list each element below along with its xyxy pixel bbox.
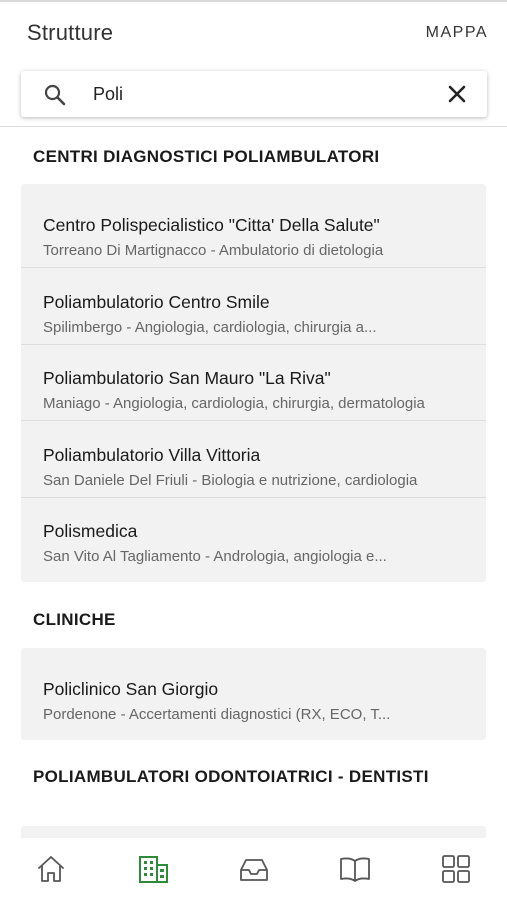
item-description: San Daniele Del Friuli - Biologia e nutr… [43,472,418,489]
book-icon[interactable] [338,852,372,886]
search-input[interactable]: Poli [93,84,123,105]
list-item[interactable]: Poliambulatorio Villa Vittoria San Danie… [21,422,486,498]
map-button[interactable]: MAPPA [426,24,488,42]
inbox-icon[interactable] [237,852,271,886]
divider [21,267,486,268]
results-card: Policlinico San Giorgio Pordenone - Acce… [21,648,486,740]
item-description: San Vito Al Tagliamento - Andrologia, an… [43,548,387,565]
grid-icon[interactable] [439,852,473,886]
close-icon[interactable] [447,84,467,104]
app-header: Strutture MAPPA [0,2,507,60]
section-title: CENTRI DIAGNOSTICI POLIAMBULATORI [33,147,380,166]
item-description: Torreano Di Martignacco - Ambulatorio di… [43,242,384,259]
section-title: POLIAMBULATORI ODONTOIATRICI - DENTISTI [33,767,429,786]
item-description: Spilimbergo - Angiologia, cardiologia, c… [43,319,377,336]
list-item[interactable]: Policlinico San Giorgio Pordenone - Acce… [21,656,486,732]
home-icon[interactable] [34,852,68,886]
divider [21,420,486,421]
page-title: Strutture [27,20,114,45]
list-item[interactable]: Poliambulatorio Centro Smile Spilimbergo… [21,269,486,345]
list-item[interactable]: Polismedica San Vito Al Tagliamento - An… [21,498,486,574]
item-description: Pordenone - Accertamenti diagnostici (RX… [43,706,391,723]
list-item[interactable]: Centro Polispecialistico "Citta' Della S… [21,192,486,268]
results-card: Centro Polispecialistico "Citta' Della S… [21,184,486,582]
item-name: Polismedica [43,521,138,541]
bottom-navigation [0,838,507,900]
search-bar[interactable]: Poli [21,71,487,117]
item-name: Poliambulatorio Centro Smile [43,292,270,312]
item-name: Centro Polispecialistico "Citta' Della S… [43,215,380,235]
item-name: Poliambulatorio Villa Vittoria [43,445,261,465]
search-icon [43,83,67,107]
list-item[interactable]: Poliambulatorio San Mauro "La Riva" Mani… [21,345,486,421]
item-name: Poliambulatorio San Mauro "La Riva" [43,368,331,388]
item-description: Maniago - Angiologia, cardiologia, chiru… [43,395,425,412]
buildings-icon[interactable] [136,852,170,886]
header-divider [0,126,507,127]
section-title: CLINICHE [33,610,116,629]
item-name: Policlinico San Giorgio [43,679,219,699]
